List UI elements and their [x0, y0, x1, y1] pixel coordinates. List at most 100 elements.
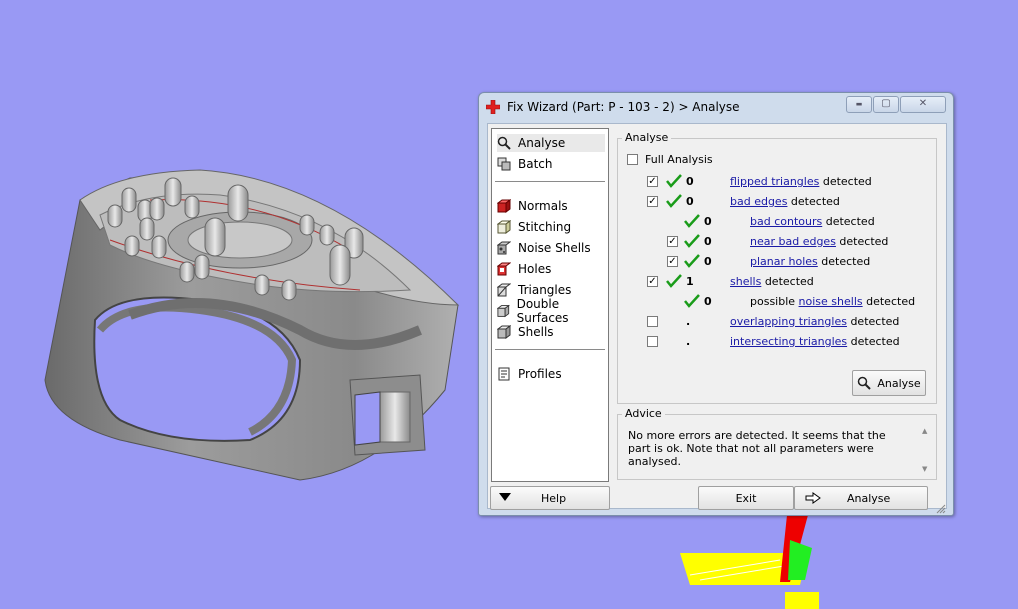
- minimize-icon: ▬: [855, 100, 863, 108]
- analysis-link[interactable]: noise shells: [799, 295, 863, 308]
- nav-item-stitching[interactable]: Stitching: [497, 218, 605, 236]
- nav-item-normals[interactable]: Normals: [497, 197, 605, 215]
- analysis-row-checkbox[interactable]: [647, 336, 658, 347]
- analysis-suffix: detected: [862, 295, 916, 308]
- analysis-count: 1: [686, 275, 694, 288]
- analysis-row-text: possible noise shells detected: [750, 295, 915, 308]
- nav-item-holes[interactable]: Holes: [497, 260, 605, 278]
- analysis-link[interactable]: flipped triangles: [730, 175, 819, 188]
- advice-scrollbar[interactable]: ▲ ▼: [920, 427, 932, 473]
- analysis-count: 0: [686, 195, 694, 208]
- maximize-button[interactable]: ▢: [873, 96, 899, 113]
- wizard-footer: Help Exit Analyse: [488, 486, 946, 514]
- axis-gizmo: [680, 515, 819, 609]
- help-button-label: Help: [541, 491, 567, 505]
- double-surfaces-icon: [497, 304, 510, 318]
- analysis-count: 0: [704, 235, 712, 248]
- scroll-up-icon[interactable]: ▲: [922, 427, 927, 435]
- analysis-count: 0: [704, 295, 712, 308]
- nav-label: Noise Shells: [518, 241, 591, 255]
- analysis-suffix: detected: [787, 195, 840, 208]
- group-label-analyse: Analyse: [622, 131, 672, 144]
- arrow-right-icon: [805, 492, 821, 504]
- analyse-group: Analyse Full Analysis ✓ 0 flipped triangle…: [617, 131, 937, 404]
- close-icon: ✕: [918, 98, 928, 109]
- magnifier-icon: [497, 136, 511, 150]
- analysis-link[interactable]: intersecting triangles: [730, 335, 847, 348]
- green-check-icon: [684, 254, 700, 268]
- analysis-prefix: possible: [750, 295, 799, 308]
- resize-grip-icon[interactable]: [936, 504, 946, 514]
- analysis-count: 0: [704, 255, 712, 268]
- analysis-link[interactable]: overlapping triangles: [730, 315, 847, 328]
- analysis-count: .: [686, 315, 691, 328]
- analysis-suffix: detected: [817, 255, 871, 268]
- nav-label: Double Surfaces: [516, 297, 569, 325]
- green-check-icon: [666, 194, 682, 208]
- nav-item-batch[interactable]: Batch: [497, 155, 605, 173]
- nav-label: Stitching: [518, 220, 572, 234]
- maximize-icon: ▢: [881, 98, 891, 109]
- group-label-advice: Advice: [622, 407, 665, 420]
- nav-label: Shells: [518, 325, 554, 339]
- green-check-icon: [666, 274, 682, 288]
- analysis-row-text: planar holes detected: [750, 255, 870, 268]
- analysis-suffix: detected: [819, 175, 872, 188]
- normals-icon: [497, 199, 511, 213]
- profiles-icon: [498, 367, 510, 381]
- title-bar[interactable]: Fix Wizard (Part: P - 103 - 2) > Analyse…: [479, 93, 953, 121]
- scroll-down-icon[interactable]: ▼: [922, 465, 927, 473]
- analysis-suffix: detected: [822, 215, 875, 228]
- green-check-icon: [684, 294, 700, 308]
- holes-icon: [497, 262, 511, 276]
- analysis-suffix: detected: [846, 315, 900, 328]
- analysis-row-checkbox[interactable]: ✓: [667, 236, 678, 247]
- nav-divider: [495, 349, 605, 350]
- wizard-nav-panel: Analyse Batch Normals Stitching Noise Sh…: [491, 128, 609, 482]
- analysis-row-checkbox[interactable]: [647, 316, 658, 327]
- analysis-link[interactable]: near bad edges: [750, 235, 836, 248]
- advice-group: Advice No more errors are detected. It s…: [617, 407, 937, 480]
- analyse-next-button[interactable]: Analyse: [794, 486, 928, 510]
- analysis-row-text: flipped triangles detected: [730, 175, 872, 188]
- exit-button[interactable]: Exit: [698, 486, 794, 510]
- help-button[interactable]: Help: [490, 486, 610, 510]
- analyse-run-button[interactable]: Analyse: [852, 370, 926, 396]
- nav-label: Holes: [518, 262, 552, 276]
- close-button[interactable]: ✕: [900, 96, 946, 113]
- nav-label: Batch: [518, 157, 553, 171]
- analysis-link[interactable]: planar holes: [750, 255, 818, 268]
- nav-item-noise-shells[interactable]: Noise Shells: [497, 239, 605, 257]
- nav-item-profiles[interactable]: Profiles: [497, 365, 605, 383]
- ring-model[interactable]: [44, 169, 460, 481]
- nav-item-double-surfaces[interactable]: Double Surfaces: [497, 297, 605, 325]
- analysis-link[interactable]: shells: [730, 275, 761, 288]
- analysis-row-checkbox[interactable]: ✓: [647, 276, 658, 287]
- minimize-button[interactable]: ▬: [846, 96, 872, 113]
- triangles-icon: [497, 283, 511, 297]
- nav-label: Triangles: [518, 283, 572, 297]
- nav-item-analyse[interactable]: Analyse: [497, 134, 605, 152]
- red-cross-icon: [486, 100, 500, 114]
- analysis-link[interactable]: bad edges: [730, 195, 787, 208]
- fix-wizard-window: Fix Wizard (Part: P - 103 - 2) > Analyse…: [478, 92, 954, 516]
- analysis-row-checkbox[interactable]: ✓: [667, 256, 678, 267]
- analysis-row-text: bad edges detected: [730, 195, 840, 208]
- analysis-count: 0: [686, 175, 694, 188]
- analysis-suffix: detected: [847, 335, 900, 348]
- exit-button-label: Exit: [735, 491, 757, 505]
- analysis-row-text: shells detected: [730, 275, 814, 288]
- noise-shells-icon: [497, 241, 511, 255]
- green-check-icon: [684, 214, 700, 228]
- full-analysis-checkbox[interactable]: [627, 154, 638, 165]
- analysis-link[interactable]: bad contours: [750, 215, 822, 228]
- batch-icon: [497, 157, 511, 171]
- analysis-row-checkbox[interactable]: ✓: [647, 176, 658, 187]
- analysis-row-text: intersecting triangles detected: [730, 335, 900, 348]
- analysis-count: 0: [704, 215, 712, 228]
- window-title: Fix Wizard (Part: P - 103 - 2) > Analyse: [507, 100, 740, 114]
- analysis-row-text: near bad edges detected: [750, 235, 888, 248]
- nav-item-shells[interactable]: Shells: [497, 323, 605, 341]
- analyse-next-label: Analyse: [847, 491, 891, 505]
- analysis-row-checkbox[interactable]: ✓: [647, 196, 658, 207]
